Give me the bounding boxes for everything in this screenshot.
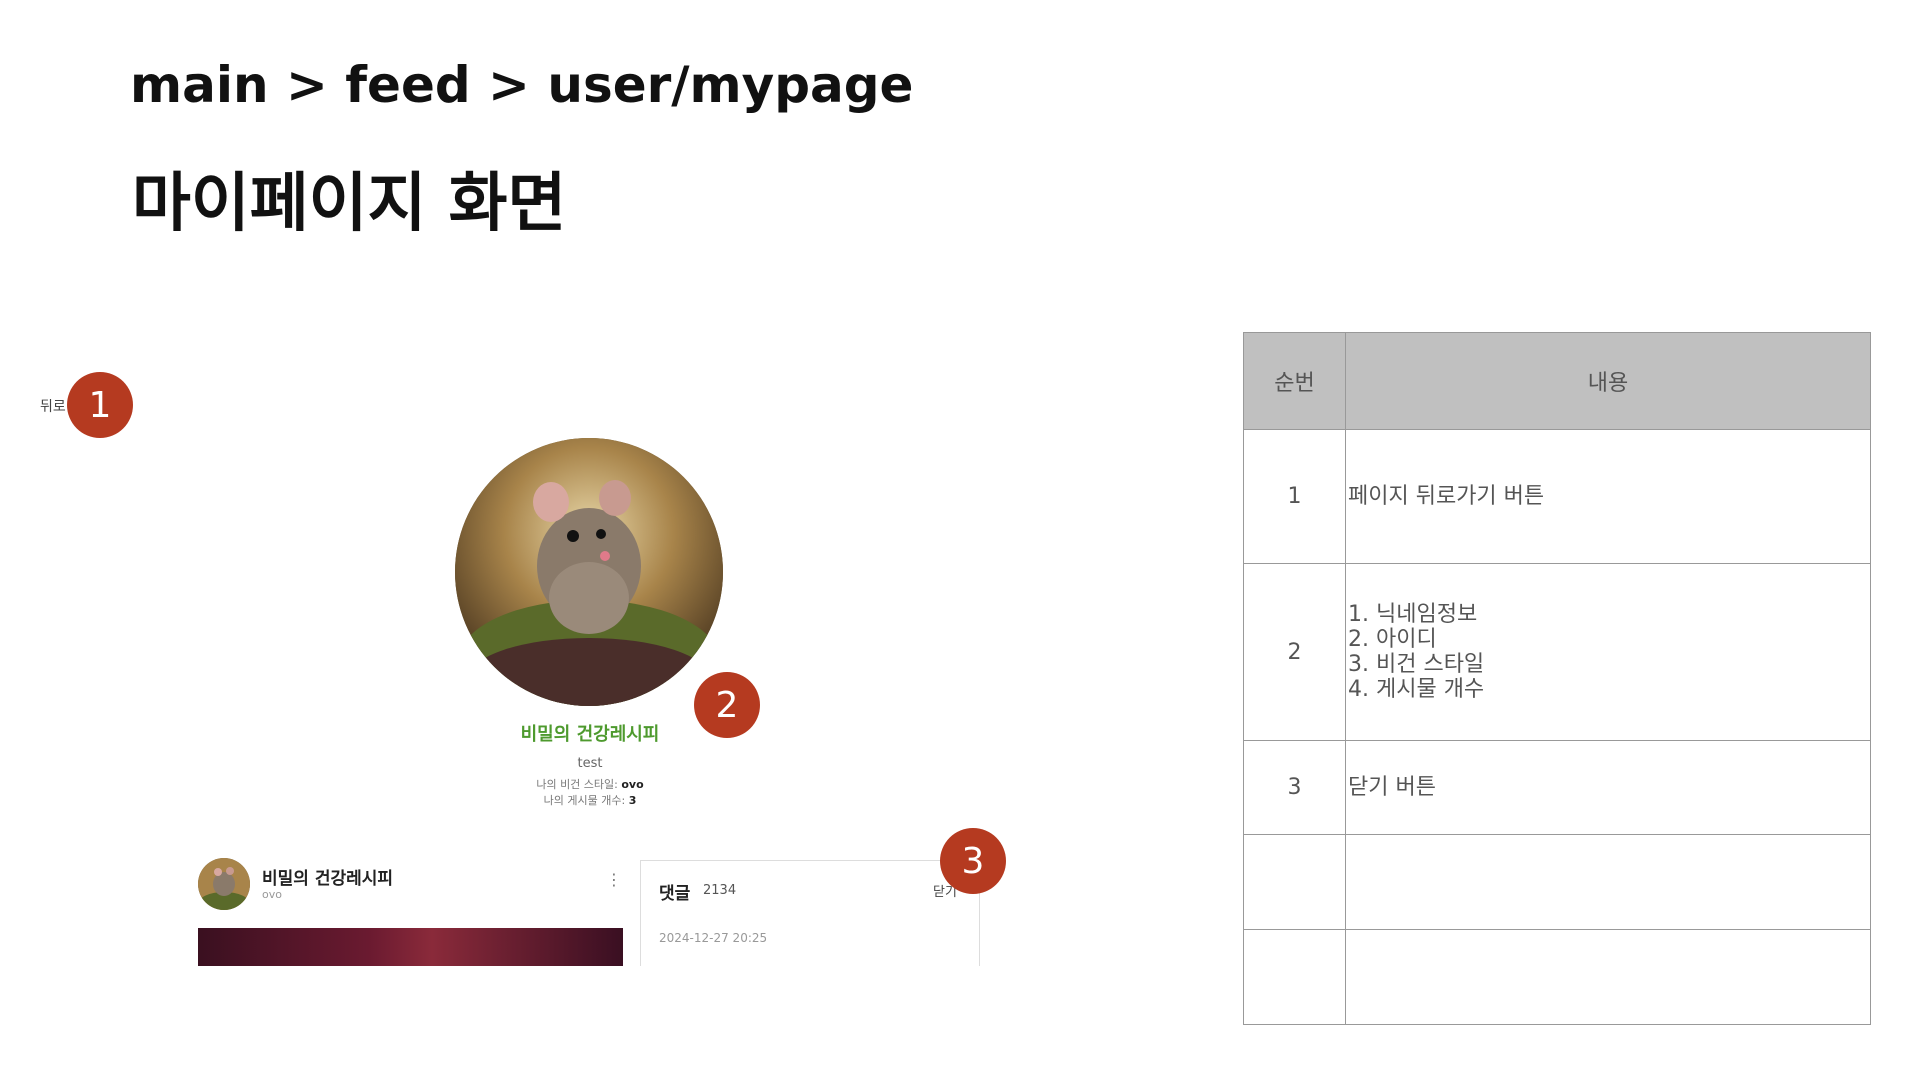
row-line: 닫기 버튼 <box>1348 775 1436 800</box>
profile-id: test <box>577 756 603 771</box>
post-author-name: 비밀의 건강레시피 <box>262 869 394 889</box>
row-content: 닫기 버튼 <box>1345 740 1871 835</box>
row-number: 3 <box>1243 740 1346 835</box>
page-title: 마이페이지 화면 <box>132 167 567 241</box>
comment-date: 2024-12-27 20:25 <box>659 931 768 945</box>
comment-title: 댓글 <box>659 884 691 904</box>
row-line: 1. 닉네임정보 <box>1348 602 1478 627</box>
row-content <box>1345 929 1871 1025</box>
vegan-style-label: 나의 비건 스타일: <box>536 778 622 791</box>
post-image <box>198 928 623 966</box>
profile-vegan-style: 나의 비건 스타일: ovo <box>420 776 760 792</box>
row-number <box>1243 929 1346 1025</box>
row-content: 1. 닉네임정보 2. 아이디 3. 비건 스타일 4. 게시물 개수 <box>1345 563 1871 741</box>
row-number: 1 <box>1243 429 1346 564</box>
row-line: 4. 게시물 개수 <box>1348 677 1485 702</box>
profile-avatar <box>455 438 723 706</box>
row-number: 2 <box>1243 563 1346 741</box>
post-card[interactable]: 비밀의 건강레시피 ovo ⋮ <box>198 856 623 966</box>
annotation-badge-1: 1 <box>67 372 133 438</box>
comment-count: 2134 <box>703 883 737 898</box>
breadcrumb: main > feed > user/mypage <box>130 56 914 114</box>
header-number: 순번 <box>1243 332 1346 430</box>
post-author-avatar <box>198 858 250 910</box>
table-row: 3 닫기 버튼 <box>1243 740 1871 835</box>
comment-panel: 댓글 2134 닫기 2024-12-27 20:25 <box>640 860 980 966</box>
table-row <box>1243 834 1871 930</box>
annotation-badge-3: 3 <box>940 828 1006 894</box>
profile-nickname: 비밀의 건강레시피 <box>520 724 660 745</box>
kebab-icon[interactable]: ⋮ <box>606 872 622 888</box>
row-number <box>1243 834 1346 930</box>
post-count-value: 3 <box>628 794 637 807</box>
post-count-label: 나의 게시물 개수: <box>543 794 629 807</box>
profile-post-count: 나의 게시물 개수: 3 <box>420 792 760 808</box>
vegan-style-value: ovo <box>621 778 644 791</box>
back-button[interactable]: 뒤로 <box>40 396 66 416</box>
header-content: 내용 <box>1345 332 1871 430</box>
table-row <box>1243 929 1871 1025</box>
table-row: 2 1. 닉네임정보 2. 아이디 3. 비건 스타일 4. 게시물 개수 <box>1243 563 1871 741</box>
table-row: 1 페이지 뒤로가기 버튼 <box>1243 429 1871 564</box>
post-author-style: ovo <box>262 888 282 901</box>
row-content: 페이지 뒤로가기 버튼 <box>1345 429 1871 564</box>
row-line: 2. 아이디 <box>1348 627 1437 652</box>
row-line: 3. 비건 스타일 <box>1348 652 1485 677</box>
row-content <box>1345 834 1871 930</box>
spec-table: 순번 내용 1 페이지 뒤로가기 버튼 2 1. 닉네임정보 2. 아이디 3.… <box>1243 332 1871 1025</box>
row-line: 페이지 뒤로가기 버튼 <box>1348 484 1545 509</box>
